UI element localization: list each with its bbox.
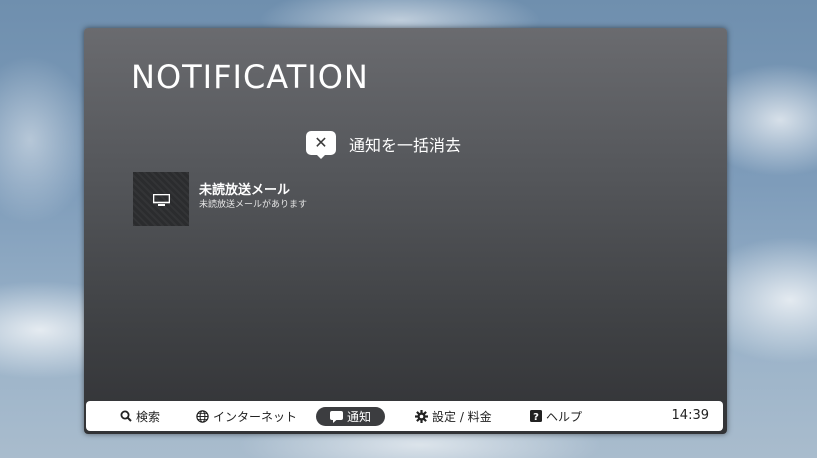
notification-subtitle: 未読放送メールがあります xyxy=(199,200,308,210)
notification-title: 未読放送メール xyxy=(199,183,291,198)
nav-settings-label: 設定 / 料金 xyxy=(432,409,492,424)
notification-thumbnail xyxy=(133,172,189,226)
notification-item[interactable]: 未読放送メール 未読放送メールがあります xyxy=(133,172,633,226)
nav-help-label: ヘルプ xyxy=(546,409,583,424)
nav-internet-label: インターネット xyxy=(213,409,298,424)
nav-internet[interactable]: インターネット xyxy=(196,401,297,431)
nav-notifications-label: 通知 xyxy=(346,410,371,424)
clear-all-label: 通知を一括消去 xyxy=(349,136,462,155)
notification-bubble-icon xyxy=(329,410,343,423)
gear-icon xyxy=(415,409,428,423)
help-icon: ? xyxy=(530,410,542,422)
bottom-nav-bar: 検索 インターネット 通知 設定 / 料金 ? ヘルプ 14:39 xyxy=(86,401,723,431)
clear-bubble-icon: ✕ xyxy=(306,131,336,159)
search-icon xyxy=(120,410,132,422)
page-title: NOTIFICATION xyxy=(131,58,369,96)
globe-icon xyxy=(196,409,209,423)
nav-settings[interactable]: 設定 / 料金 xyxy=(415,401,492,431)
svg-text:?: ? xyxy=(533,412,539,422)
nav-notifications[interactable]: 通知 xyxy=(316,407,385,426)
nav-search[interactable]: 検索 xyxy=(120,401,160,431)
notification-panel: NOTIFICATION ✕ 通知を一括消去 未読放送メール 未読放送メールがあ… xyxy=(84,28,727,434)
nav-search-label: 検索 xyxy=(136,409,161,424)
clear-all-button[interactable]: ✕ 通知を一括消去 xyxy=(306,128,461,160)
nav-help[interactable]: ? ヘルプ xyxy=(530,401,582,431)
tv-icon xyxy=(153,194,170,206)
clock: 14:39 xyxy=(671,408,709,423)
